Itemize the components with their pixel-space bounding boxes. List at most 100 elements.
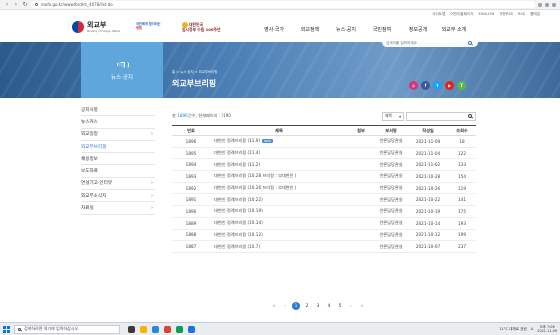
cell-title[interactable]: 대변인 정례브리핑 (11.9) NEW: [210, 135, 348, 148]
util-link-rss[interactable]: RSS: [518, 12, 525, 17]
cell-title[interactable]: 대변인 정례브리핑 (11.4): [210, 147, 348, 160]
prev-page-button[interactable]: ‹: [281, 302, 289, 310]
file-explorer-icon[interactable]: [140, 325, 147, 333]
sidebar-item[interactable]: 자료실 ›: [81, 202, 155, 215]
search-type-select[interactable]: 제목 ▾: [382, 111, 404, 121]
sidebar-item[interactable]: 외교부소식지 ›: [81, 190, 155, 203]
sidebar-item[interactable]: 외교일정 ›: [81, 129, 155, 141]
twitter-icon[interactable]: t: [433, 81, 442, 90]
forward-icon[interactable]: ›: [13, 1, 19, 8]
nav-participation[interactable]: 국민참여: [364, 26, 400, 33]
menu-icon[interactable]: [552, 2, 556, 7]
instagram-icon[interactable]: ◎: [409, 81, 418, 90]
windows-taskbar: 검색하려면 여기에 입력하십시오. 11°C 대체로 흐림 A 오후 7:06 …: [0, 322, 560, 335]
post-title-link[interactable]: 대변인 정례브리핑 (10.19): [214, 208, 263, 213]
sidebar-item[interactable]: 보도자료: [81, 165, 155, 178]
util-link-english[interactable]: ENGLISH: [479, 12, 495, 17]
page-button[interactable]: 2: [303, 302, 311, 310]
util-link-sitemap[interactable]: 사이트맵: [432, 12, 445, 17]
edge-icon[interactable]: [152, 325, 159, 333]
post-title-link[interactable]: 대변인 정례브리핑 (10.14): [214, 220, 263, 225]
integrity-campaign-banner[interactable]: 국민에게 힘이되는 청렴: [136, 22, 176, 30]
windows-start-icon[interactable]: [3, 325, 10, 333]
nav-policy[interactable]: 외교정책: [292, 26, 328, 33]
facebook-icon[interactable]: f: [421, 81, 430, 90]
cell-dept: 언론담당관실: [374, 240, 408, 253]
post-title-link[interactable]: 대변인 정례브리핑 (10.22): [214, 197, 263, 202]
first-page-button[interactable]: «: [270, 302, 278, 310]
nav-about[interactable]: 외교부 소개: [436, 26, 472, 33]
sidebar-item[interactable]: 공지사항: [81, 104, 155, 117]
cell-title[interactable]: 대변인 정례브리핑 (10.14): [210, 217, 348, 230]
site-search-input[interactable]: [386, 40, 468, 45]
reload-icon[interactable]: ↻: [22, 1, 28, 8]
cell-title[interactable]: 대변인 정례브리핑 (10.28 브리핑 : 부대변인 ): [210, 170, 348, 183]
ime-indicator[interactable]: A: [531, 327, 533, 331]
next-page-button[interactable]: ›: [347, 302, 355, 310]
excel-icon[interactable]: [176, 325, 183, 333]
post-title-link[interactable]: 대변인 정례브리핑 (10.7): [214, 244, 260, 249]
star-icon[interactable]: [538, 2, 542, 7]
last-page-button[interactable]: »: [358, 302, 366, 310]
sidebar-item[interactable]: 외교부브리핑: [81, 141, 155, 154]
youtube-icon[interactable]: ▶: [445, 81, 454, 90]
cell-title[interactable]: 대변인 정례브리핑 (10.7): [210, 240, 348, 253]
sidebar-item[interactable]: 뉴스커스: [81, 116, 155, 129]
table-row[interactable]: 1895 대변인 정례브리핑 (11.4) 언론담당관실 2021-11-04 122: [172, 147, 476, 160]
cell-dept: 언론담당관실: [374, 182, 408, 195]
clock[interactable]: 오후 7:06 2021-11-09: [537, 325, 557, 333]
table-row[interactable]: 1888 대변인 정례브리핑 (10.12) 언론담당관실 2021-10-12 199: [172, 229, 476, 242]
post-title-link[interactable]: 대변인 정례브리핑 (11.9): [214, 138, 260, 143]
search-icon[interactable]: [468, 114, 472, 118]
board-search-input[interactable]: [406, 111, 476, 121]
cell-title[interactable]: 대변인 정례브리핑 (10.26 브리핑 : 부대변인 ): [210, 182, 348, 195]
taskbar-search[interactable]: 검색하려면 여기에 입력하십시오.: [14, 324, 120, 334]
table-row[interactable]: 1892 대변인 정례브리핑 (10.26 브리핑 : 부대변인 ) 언론담당관실 2…: [172, 182, 476, 195]
task-view-icon[interactable]: [128, 325, 135, 333]
cell-attach: [348, 135, 374, 148]
util-link-kids[interactable]: 어린이홈페이지: [450, 12, 473, 17]
table-row[interactable]: 1887 대변인 정례브리핑 (10.7) 언론담당관실 2021-10-07 237: [172, 240, 476, 253]
sidebar-item-label: 외교부브리핑: [81, 144, 107, 150]
nav-disclosure[interactable]: 정보공개: [400, 26, 436, 33]
cell-title[interactable]: 대변인 정례브리핑 (10.19): [210, 205, 348, 218]
campaign-line2: 청렴: [136, 26, 142, 30]
address-bar[interactable]: mofa.go.kr/www/brd/m_4078/list.do: [31, 1, 535, 8]
system-tray: 11°C 대체로 흐림 A 오후 7:06 2021-11-09: [499, 325, 557, 333]
table-row[interactable]: 1889 대변인 정례브리핑 (10.14) 언론담당관실 2021-10-14 193: [172, 217, 476, 230]
table-row[interactable]: 1894 대변인 정례브리핑 (11.2) 언론담당관실 2021-11-02 133: [172, 158, 476, 172]
page-button[interactable]: 1: [292, 302, 300, 310]
util-link-webmail[interactable]: 웹메일: [530, 12, 540, 17]
nav-consular[interactable]: 영사·국가: [256, 26, 292, 33]
cell-title[interactable]: 대변인 정례브리핑 (11.2): [210, 158, 348, 172]
cell-title[interactable]: 대변인 정례브리핑 (10.22): [210, 193, 348, 207]
word-icon[interactable]: [188, 325, 195, 333]
back-icon[interactable]: ‹: [4, 1, 10, 8]
page-button[interactable]: 3: [314, 302, 322, 310]
weather-text[interactable]: 11°C 대체로 흐림: [499, 327, 527, 332]
cell-date: 2021-11-02: [408, 158, 448, 172]
table-row[interactable]: 1890 대변인 정례브리핑 (10.19) 언론담당관실 2021-10-19 175: [172, 205, 476, 218]
table-row[interactable]: 1893 대변인 정례브리핑 (10.28 브리핑 : 부대변인 ) 언론담당관실 2…: [172, 170, 476, 183]
page-button[interactable]: 5: [336, 302, 344, 310]
table-row[interactable]: 1896 대변인 정례브리핑 (11.9) NEW 언론담당관실 2021-11-09 1…: [172, 135, 476, 148]
util-link-korean-rss[interactable]: 국문RSS: [499, 12, 513, 17]
post-title-link[interactable]: 대변인 정례브리핑 (11.2): [214, 162, 260, 167]
post-title-link[interactable]: 대변인 정례브리핑 (11.4): [214, 150, 260, 155]
site-logo[interactable]: 외교부 Ministry of Foreign Affairs: [72, 20, 120, 33]
post-title-link[interactable]: 대변인 정례브리핑 (10.12): [214, 232, 263, 237]
provisional-government-banner[interactable]: 대한민국 임시정부 수립 100주년: [182, 22, 221, 32]
search-icon[interactable]: [468, 40, 472, 45]
post-title-link[interactable]: 대변인 정례브리핑 (10.26 브리핑 : 부대변인 ): [214, 185, 296, 190]
cell-title[interactable]: 대변인 정례브리핑 (10.12): [210, 229, 348, 242]
sidebar-item[interactable]: 채용정보: [81, 153, 155, 166]
sidebar-item-label: 채용정보: [81, 156, 98, 162]
chrome-icon[interactable]: [164, 325, 171, 333]
profile-icon[interactable]: [545, 2, 549, 7]
page-button[interactable]: 4: [325, 302, 333, 310]
table-row[interactable]: 1891 대변인 정례브리핑 (10.22) 언론담당관실 2021-10-22 141: [172, 193, 476, 207]
nav-news[interactable]: 뉴스·공지: [328, 26, 364, 33]
post-title-link[interactable]: 대변인 정례브리핑 (10.28 브리핑 : 부대변인 ): [214, 173, 296, 178]
sidebar-item[interactable]: 연설기고·인터뷰 ›: [81, 178, 155, 191]
talk-icon[interactable]: T: [457, 81, 466, 90]
